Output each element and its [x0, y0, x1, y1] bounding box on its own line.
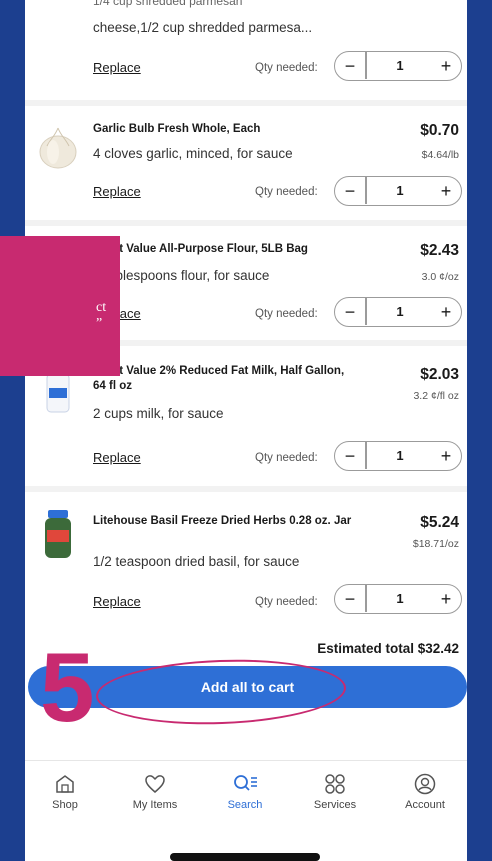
item-detail: 4 cloves garlic, minced, for sauce — [93, 146, 293, 161]
item-price: $2.03 — [420, 366, 459, 383]
unit-price: $4.64/lb — [421, 149, 459, 161]
stepper-divider — [365, 177, 367, 204]
replace-link[interactable]: Replace — [93, 450, 141, 465]
item-name[interactable]: Great Value All-Purpose Flour, 5LB Bag — [93, 242, 353, 257]
item-detail: 1/2 teaspoon dried basil, for sauce — [93, 554, 300, 569]
step-number-annotation: 5 — [40, 632, 95, 742]
stepper-divider — [365, 442, 367, 469]
nav-label: Services — [313, 799, 357, 811]
list-item: 1/4 cup shredded parmesan cheese,1/2 cup… — [25, 0, 467, 100]
qty-value: 1 — [396, 183, 404, 198]
garlic-thumbnail[interactable] — [33, 120, 83, 176]
increase-qty-button[interactable]: + — [431, 587, 461, 611]
qty-value: 1 — [396, 591, 404, 606]
banner-text: ” — [96, 316, 103, 331]
increase-qty-button[interactable]: + — [431, 444, 461, 468]
qty-label: Qty needed: — [255, 308, 318, 320]
item-price: $0.70 — [420, 122, 459, 139]
estimated-total: Estimated total $32.42 — [317, 641, 459, 656]
services-icon — [295, 771, 375, 797]
qty-label: Qty needed: — [255, 62, 318, 74]
item-detail-partial: 1/4 cup shredded parmesan — [93, 0, 243, 8]
nav-label: Account — [405, 799, 445, 811]
quantity-stepper: − 1 + — [334, 441, 462, 471]
list-item: Garlic Bulb Fresh Whole, Each $0.70 4 cl… — [25, 106, 467, 220]
nav-label: Shop — [52, 799, 78, 811]
nav-item-search[interactable]: Search — [205, 771, 285, 811]
qty-value: 1 — [396, 448, 404, 463]
item-price: $5.24 — [420, 514, 459, 531]
qty-value: 1 — [396, 58, 404, 73]
decrease-qty-button[interactable]: − — [335, 444, 365, 468]
qty-value: 1 — [396, 304, 404, 319]
quantity-stepper: − 1 + — [334, 176, 462, 206]
quantity-stepper: − 1 + — [334, 584, 462, 614]
quantity-stepper: − 1 + — [334, 297, 462, 327]
qty-label: Qty needed: — [255, 596, 318, 608]
stepper-divider — [365, 52, 367, 79]
decrease-qty-button[interactable]: − — [335, 54, 365, 78]
unit-price: 3.2 ¢/fl oz — [413, 390, 459, 402]
item-detail: cheese,1/2 cup shredded parmesa... — [93, 20, 313, 35]
decrease-qty-button[interactable]: − — [335, 587, 365, 611]
account-icon — [385, 771, 465, 797]
bottom-nav: Shop My Items Search Services Account — [25, 760, 467, 861]
item-name[interactable]: Garlic Bulb Fresh Whole, Each — [93, 122, 353, 137]
item-price: $2.43 — [420, 242, 459, 259]
home-indicator — [170, 853, 320, 861]
nav-item-account[interactable]: Account — [385, 771, 465, 811]
unit-price: $18.71/oz — [412, 538, 459, 550]
decrease-qty-button[interactable]: − — [335, 179, 365, 203]
search-icon — [205, 771, 285, 797]
decrease-qty-button[interactable]: − — [335, 300, 365, 324]
item-detail: 2 cups milk, for sauce — [93, 406, 224, 421]
increase-qty-button[interactable]: + — [431, 300, 461, 324]
banner-text: ct — [96, 300, 107, 315]
replace-link[interactable]: Replace — [93, 60, 141, 75]
stepper-divider — [365, 298, 367, 325]
qty-label: Qty needed: — [255, 452, 318, 464]
increase-qty-button[interactable]: + — [431, 54, 461, 78]
stepper-divider — [365, 585, 367, 612]
replace-link[interactable]: Replace — [93, 184, 141, 199]
nav-label: Search — [227, 799, 263, 811]
quantity-stepper: − 1 + — [334, 51, 462, 81]
heart-icon — [115, 771, 195, 797]
item-name[interactable]: Great Value 2% Reduced Fat Milk, Half Ga… — [93, 364, 353, 394]
replace-link[interactable]: Replace — [93, 594, 141, 609]
nav-label: My Items — [132, 799, 178, 811]
unit-price: 3.0 ¢/oz — [421, 271, 459, 283]
annotation-banner: ct ” — [0, 236, 120, 376]
qty-label: Qty needed: — [255, 186, 318, 198]
item-name[interactable]: Litehouse Basil Freeze Dried Herbs 0.28 … — [93, 514, 353, 529]
list-item: Litehouse Basil Freeze Dried Herbs 0.28 … — [25, 492, 467, 632]
basil-thumbnail[interactable] — [33, 506, 83, 562]
nav-item-my-items[interactable]: My Items — [115, 771, 195, 811]
increase-qty-button[interactable]: + — [431, 179, 461, 203]
nav-item-services[interactable]: Services — [295, 771, 375, 811]
shop-icon — [25, 771, 105, 797]
nav-item-shop[interactable]: Shop — [25, 771, 105, 811]
